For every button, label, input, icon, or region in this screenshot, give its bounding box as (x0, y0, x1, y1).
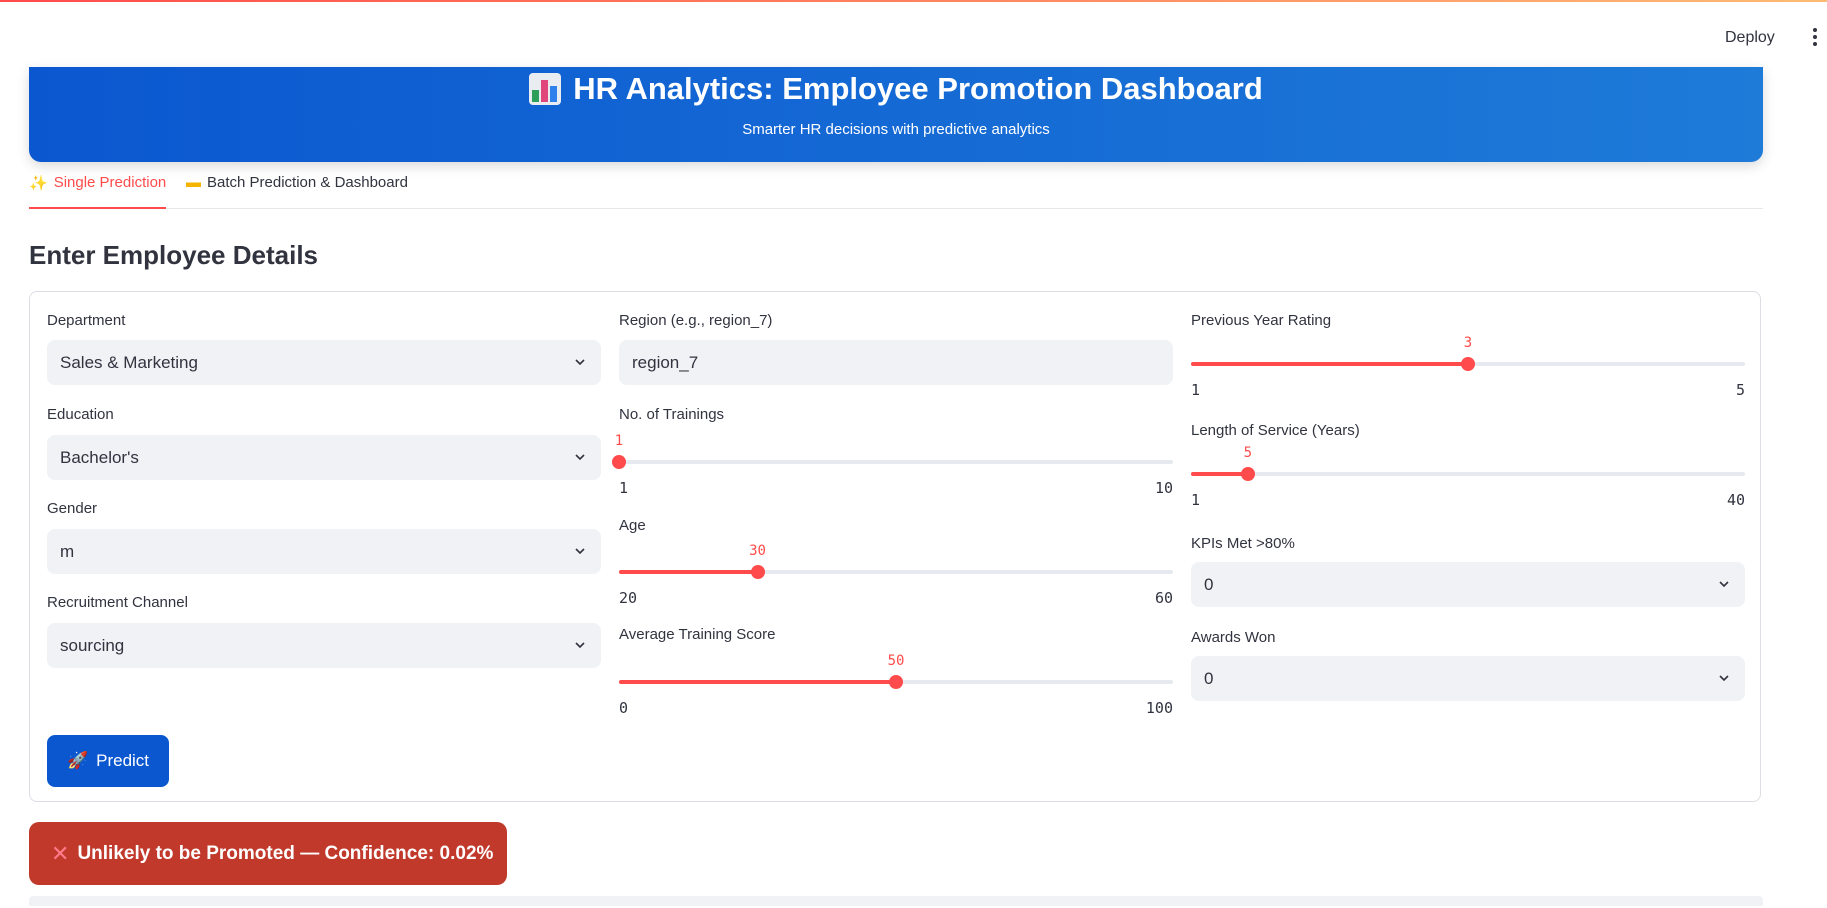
slider-value: 3 (1463, 335, 1473, 351)
slider-min: 1 (1191, 491, 1201, 509)
tab-batch-prediction[interactable]: ▬ Batch Prediction & Dashboard (186, 174, 408, 207)
slider-max: 100 (1145, 699, 1173, 717)
trainings-slider[interactable]: 1 1 10 (612, 433, 1173, 515)
rocket-icon: 🚀 (66, 751, 89, 770)
avg-training-score-label: Average Training Score (619, 626, 776, 643)
length-of-service-slider[interactable]: 5 1 40 (1191, 445, 1745, 527)
chevron-down-icon (1719, 581, 1729, 588)
chevron-down-icon (575, 359, 585, 366)
slider-thumb[interactable] (612, 455, 626, 469)
slider-max: 40 (1726, 491, 1745, 509)
employee-details-form: Department Sales & Marketing Education B… (29, 291, 1761, 802)
predict-button[interactable]: 🚀 Predict (47, 735, 169, 787)
sparkles-icon: ✨ (29, 175, 48, 192)
next-section-edge (29, 896, 1763, 906)
slider-min: 20 (619, 589, 638, 607)
slider-track (1191, 472, 1745, 476)
dashboard-banner: HR Analytics: Employee Promotion Dashboa… (29, 67, 1763, 162)
top-accent-line (0, 0, 1827, 2)
chevron-down-icon (575, 548, 585, 555)
slider-fill (1191, 472, 1248, 476)
slider-fill (619, 680, 896, 684)
slider-value: 30 (749, 543, 766, 559)
trainings-label: No. of Trainings (619, 406, 725, 423)
slider-value: 1 (614, 433, 624, 449)
region-label: Region (e.g., region_7) (619, 312, 773, 329)
slider-thumb[interactable] (1240, 467, 1255, 481)
slider-fill (1191, 362, 1468, 366)
section-title: Enter Employee Details (29, 240, 318, 270)
age-label: Age (619, 517, 646, 534)
chevron-down-icon (1719, 675, 1729, 682)
slider-fill (619, 570, 758, 574)
tab-bar: ✨ Single Prediction ▬ Batch Prediction &… (29, 166, 1763, 209)
chevron-down-icon (575, 642, 585, 649)
department-select[interactable]: Sales & Marketing (47, 340, 601, 385)
length-of-service-label: Length of Service (Years) (1191, 422, 1360, 439)
age-slider[interactable]: 30 20 60 (619, 543, 1173, 625)
gender-label: Gender (47, 500, 98, 517)
slider-min: 1 (619, 479, 629, 497)
slider-thumb[interactable] (889, 675, 903, 689)
avg-training-score-slider[interactable]: 50 0 100 (619, 653, 1173, 735)
recruitment-channel-label: Recruitment Channel (47, 594, 188, 611)
prediction-result-text: Unlikely to be Promoted — Confidence: 0.… (77, 842, 494, 864)
slider-value: 50 (887, 653, 905, 669)
banner-subtitle: Smarter HR decisions with predictive ana… (742, 121, 1050, 138)
slider-max: 60 (1154, 589, 1173, 607)
recruitment-channel-select[interactable]: sourcing (47, 623, 601, 668)
prev-year-rating-label: Previous Year Rating (1191, 312, 1332, 329)
awards-won-select[interactable]: 0 (1191, 656, 1745, 701)
banner-title: HR Analytics: Employee Promotion Dashboa… (573, 71, 1263, 106)
slider-thumb[interactable] (1461, 357, 1475, 371)
cross-mark-icon: ✕ (51, 840, 70, 866)
prediction-result-alert: ✕ Unlikely to be Promoted — Confidence: … (29, 822, 507, 885)
department-label: Department (47, 312, 126, 329)
education-label: Education (47, 406, 114, 423)
kpis-met-select[interactable]: 0 (1191, 562, 1745, 607)
slider-min: 0 (619, 699, 629, 717)
slider-track (619, 460, 1173, 464)
slider-min: 1 (1191, 381, 1201, 399)
slider-max: 5 (1735, 381, 1745, 399)
prev-year-rating-slider[interactable]: 3 1 5 (1191, 335, 1745, 417)
kpis-met-label: KPIs Met >80% (1191, 535, 1295, 552)
deploy-button[interactable]: Deploy (1725, 29, 1775, 47)
region-input[interactable]: region_7 (619, 340, 1173, 385)
bar-chart-icon (529, 73, 562, 105)
chevron-down-icon (575, 454, 585, 461)
awards-won-label: Awards Won (1191, 629, 1276, 646)
education-select[interactable]: Bachelor's (47, 435, 601, 480)
slider-value: 5 (1243, 445, 1253, 461)
folder-icon: ▬ (186, 174, 201, 191)
slider-thumb[interactable] (750, 565, 765, 579)
main-menu-icon[interactable] (1812, 28, 1818, 48)
slider-max: 10 (1154, 479, 1173, 497)
gender-select[interactable]: m (47, 529, 601, 574)
tab-single-prediction[interactable]: ✨ Single Prediction (29, 174, 167, 209)
